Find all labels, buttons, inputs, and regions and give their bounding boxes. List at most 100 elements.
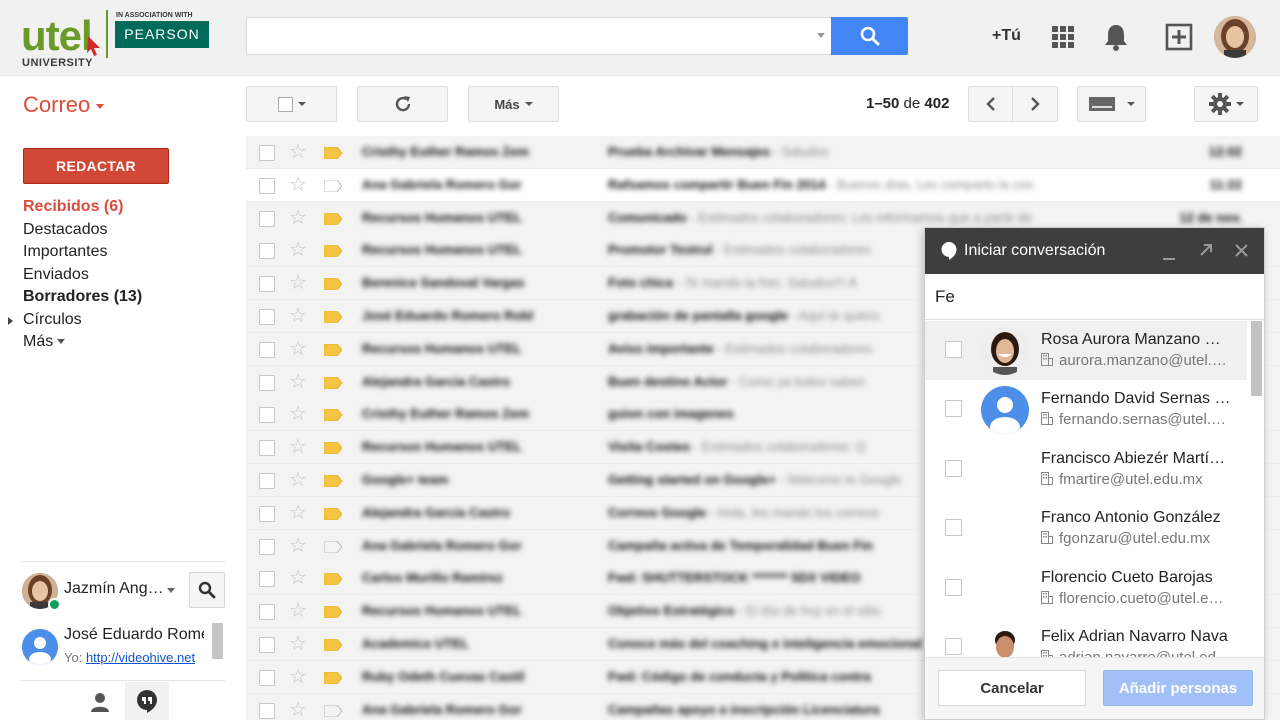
importance-marker-icon[interactable] xyxy=(324,606,342,619)
star-icon[interactable]: ☆ xyxy=(289,469,307,491)
notification-bell-icon[interactable] xyxy=(1103,23,1129,51)
app-switcher-correo[interactable]: Correo xyxy=(23,92,105,118)
row-checkbox[interactable] xyxy=(259,604,275,621)
apps-grid-icon[interactable] xyxy=(1052,26,1074,48)
importance-marker-icon[interactable] xyxy=(324,540,342,553)
contact-last-message[interactable]: Yo: http://videohive.net xyxy=(64,650,207,665)
chevron-down-icon[interactable] xyxy=(167,588,175,593)
newer-page-button[interactable] xyxy=(968,86,1013,122)
select-all-button[interactable] xyxy=(246,86,337,122)
people-search-field[interactable] xyxy=(925,274,1264,320)
star-icon[interactable]: ☆ xyxy=(289,633,307,655)
star-icon[interactable]: ☆ xyxy=(289,436,307,458)
star-icon[interactable]: ☆ xyxy=(289,666,307,688)
row-checkbox[interactable] xyxy=(259,374,275,391)
star-icon[interactable]: ☆ xyxy=(289,305,307,327)
importance-marker-icon[interactable] xyxy=(324,179,342,192)
close-icon[interactable] xyxy=(1234,243,1249,258)
minimize-icon[interactable] xyxy=(1162,248,1176,262)
person-suggestion-row[interactable]: Francisco Abiezér Martínez fmartire@utel.… xyxy=(925,440,1247,499)
message-row[interactable]: ☆ Ana Gabriela Romero Gor Rafsamos compart… xyxy=(246,168,1280,202)
chat-search-button[interactable] xyxy=(189,572,225,608)
search-box[interactable] xyxy=(246,17,831,55)
compose-button[interactable]: REDACTAR xyxy=(23,148,169,184)
contact-name[interactable]: José Eduardo Romero xyxy=(64,626,204,644)
person-checkbox[interactable] xyxy=(945,459,962,477)
row-checkbox[interactable] xyxy=(259,145,275,161)
row-checkbox[interactable] xyxy=(259,243,275,260)
profile-avatar[interactable] xyxy=(1214,16,1256,58)
star-icon[interactable]: ☆ xyxy=(289,141,307,163)
row-checkbox[interactable] xyxy=(259,571,275,588)
importance-marker-icon[interactable] xyxy=(324,671,342,684)
person-checkbox[interactable] xyxy=(945,400,962,418)
google-plus-profile-link[interactable]: +Tú xyxy=(992,27,1021,45)
row-checkbox[interactable] xyxy=(259,341,275,358)
person-checkbox[interactable] xyxy=(945,519,962,537)
add-share-icon[interactable] xyxy=(1165,23,1193,51)
more-actions-button[interactable]: Más xyxy=(468,86,559,122)
row-checkbox[interactable] xyxy=(259,505,275,522)
importance-marker-icon[interactable] xyxy=(324,475,342,487)
contact-avatar[interactable] xyxy=(22,629,58,665)
row-checkbox[interactable] xyxy=(259,309,275,325)
importance-marker-icon[interactable] xyxy=(324,639,342,651)
importance-marker-icon[interactable] xyxy=(324,147,342,159)
person-suggestion-row[interactable]: Rosa Aurora Manzano Sánchez aurora.manzan… xyxy=(925,321,1247,380)
row-checkbox[interactable] xyxy=(259,407,275,424)
search-button[interactable] xyxy=(831,17,908,55)
row-checkbox[interactable] xyxy=(259,440,275,457)
importance-marker-icon[interactable] xyxy=(324,245,342,258)
importance-marker-icon[interactable] xyxy=(324,704,342,717)
star-icon[interactable]: ☆ xyxy=(289,272,307,294)
contacts-tab-person-icon[interactable] xyxy=(88,690,112,714)
chat-list-scrollbar[interactable] xyxy=(212,623,223,659)
row-checkbox[interactable] xyxy=(259,538,275,555)
dialog-header[interactable]: Iniciar conversación xyxy=(925,228,1264,274)
utel-pearson-logo[interactable]: utel UNIVERSITY IN ASSOCIATION WITH PEAR… xyxy=(20,6,215,70)
star-icon[interactable]: ☆ xyxy=(289,502,307,524)
my-chat-name[interactable]: Jazmín Angélica xyxy=(64,580,164,598)
importance-marker-icon[interactable] xyxy=(324,507,342,520)
star-icon[interactable]: ☆ xyxy=(289,174,307,196)
nav-item[interactable]: Borradores (13) xyxy=(23,286,223,309)
star-icon[interactable]: ☆ xyxy=(289,207,307,229)
star-icon[interactable]: ☆ xyxy=(289,403,307,425)
row-checkbox[interactable] xyxy=(259,276,275,293)
refresh-button[interactable] xyxy=(357,86,448,122)
row-checkbox[interactable] xyxy=(259,702,275,719)
person-suggestion-row[interactable]: Franco Antonio González fgonzaru@utel.edu… xyxy=(925,499,1247,558)
row-checkbox[interactable] xyxy=(259,637,275,653)
input-tools-button[interactable] xyxy=(1077,86,1146,122)
nav-item[interactable]: Destacados xyxy=(23,219,223,242)
row-checkbox[interactable] xyxy=(259,473,275,489)
search-options-dropdown-icon[interactable] xyxy=(817,33,825,38)
importance-marker-icon[interactable] xyxy=(324,376,342,389)
add-people-button[interactable]: Añadir personas xyxy=(1103,670,1253,706)
importance-marker-icon[interactable] xyxy=(324,573,342,586)
importance-marker-icon[interactable] xyxy=(324,409,342,422)
row-checkbox[interactable] xyxy=(259,210,275,227)
importance-marker-icon[interactable] xyxy=(324,343,342,356)
expand-arrow-icon[interactable] xyxy=(8,316,13,325)
importance-marker-icon[interactable] xyxy=(324,212,342,225)
star-icon[interactable]: ☆ xyxy=(289,699,307,720)
star-icon[interactable]: ☆ xyxy=(289,567,307,589)
person-checkbox[interactable] xyxy=(945,578,962,596)
people-search-input[interactable] xyxy=(925,274,1264,319)
nav-item[interactable]: Enviados xyxy=(23,264,223,287)
star-icon[interactable]: ☆ xyxy=(289,600,307,622)
row-checkbox[interactable] xyxy=(259,177,275,194)
message-row[interactable]: ☆ Cristhy Euther Ramos Zem Prueba Archivar… xyxy=(246,136,1280,169)
importance-marker-icon[interactable] xyxy=(324,278,342,291)
person-suggestion-row[interactable]: Fernando David Sernas Ruiz fernando.serna… xyxy=(925,380,1247,439)
row-checkbox[interactable] xyxy=(259,669,275,686)
older-page-button[interactable] xyxy=(1012,86,1058,122)
contact-message-link[interactable]: http://videohive.net xyxy=(86,650,195,665)
pop-out-icon[interactable] xyxy=(1198,242,1214,258)
suggestions-scrollbar[interactable] xyxy=(1251,321,1262,396)
hangouts-tab[interactable] xyxy=(125,682,169,720)
star-icon[interactable]: ☆ xyxy=(289,338,307,360)
nav-item[interactable]: Círculos xyxy=(8,309,223,332)
person-checkbox[interactable] xyxy=(945,638,962,655)
